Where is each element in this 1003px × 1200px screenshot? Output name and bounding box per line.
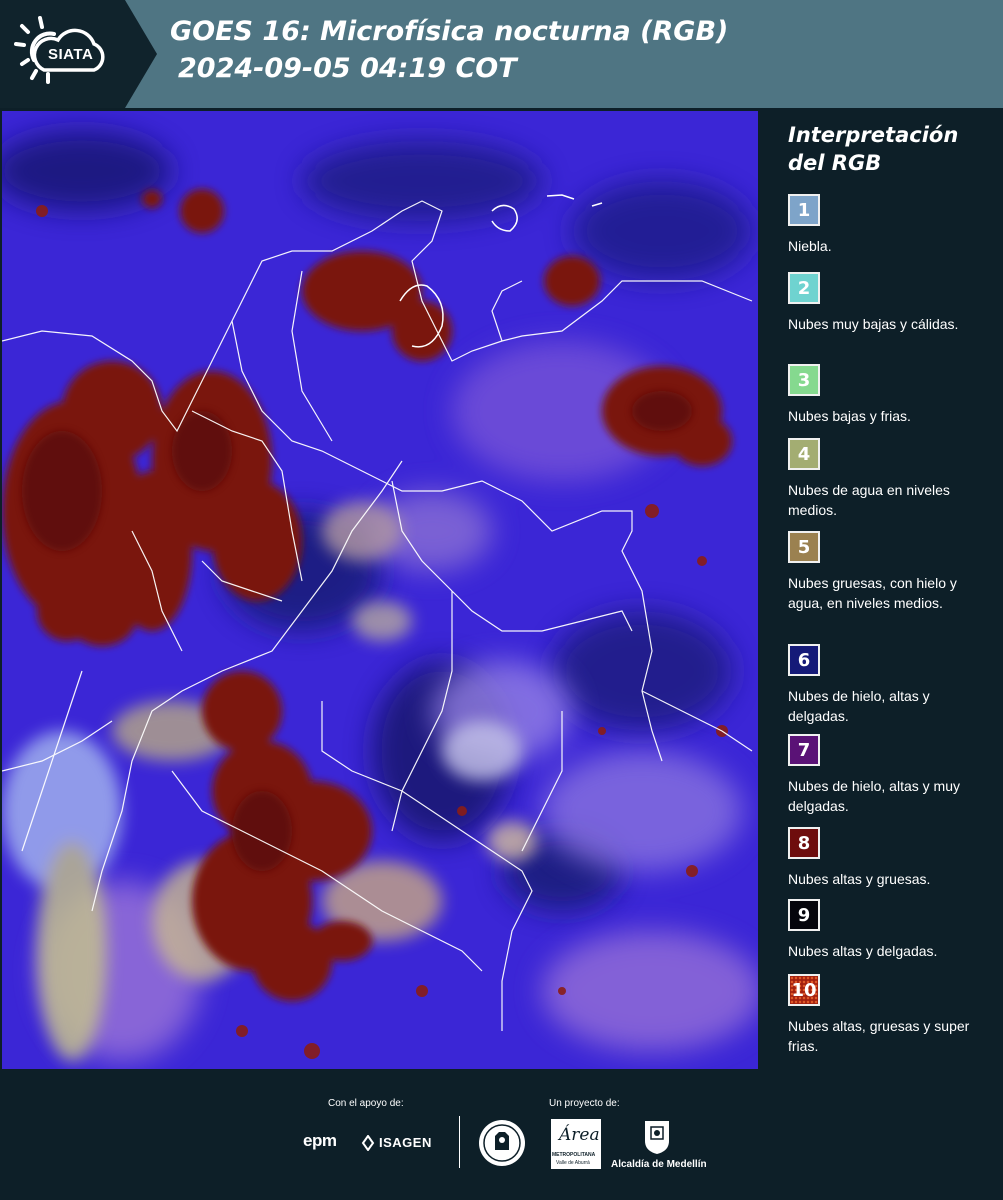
legend-panel: Interpretación del RGB 1 Niebla. 2 Nubes… [775, 118, 995, 1068]
alcaldia-logo-text[interactable]: Alcaldía de Medellín [611, 1159, 707, 1170]
legend-item-8: 8 Nubes altas y gruesas. [788, 827, 988, 889]
legend-item-1: 1 Niebla. [788, 194, 988, 256]
isagen-icon [361, 1135, 375, 1151]
legend-item-6: 6 Nubes de hielo, altas y delgadas. [788, 644, 988, 726]
legend-swatch: 6 [788, 644, 820, 676]
area-metropolitana-logo[interactable]: Área METROPOLITANA Valle de Aburrá [551, 1119, 601, 1169]
area-logo-subtitle: METROPOLITANA [552, 1152, 596, 1158]
legend-swatch: 3 [788, 364, 820, 396]
area-logo-caption: Valle de Aburrá [556, 1160, 590, 1166]
legend-swatch: 8 [788, 827, 820, 859]
footer-divider [459, 1116, 460, 1168]
header-bar: SIATA GOES 16: Microfísica nocturna (RGB… [0, 0, 1003, 108]
legend-item-10: 10 Nubes altas, gruesas y super frias. [788, 974, 988, 1056]
legend-swatch: 5 [788, 531, 820, 563]
legend-title-line2: del RGB [788, 151, 882, 175]
legend-label: Nubes altas y gruesas. [788, 871, 931, 887]
legend-swatch: 1 [788, 194, 820, 226]
legend-item-4: 4 Nubes de agua en niveles medios. [788, 438, 988, 520]
legend-label: Nubes gruesas, con hielo y agua, en nive… [788, 575, 957, 611]
university-seal-icon[interactable] [477, 1118, 527, 1168]
legend-item-7: 7 Nubes de hielo, altas y muy delgadas. [788, 734, 988, 816]
legend-item-9: 9 Nubes altas y delgadas. [788, 899, 988, 961]
legend-label: Nubes altas, gruesas y super frias. [788, 1018, 970, 1054]
legend-label: Nubes bajas y frias. [788, 408, 911, 424]
epm-logo[interactable]: epm [303, 1131, 337, 1151]
legend-swatch: 7 [788, 734, 820, 766]
support-label: Con el apoyo de: [328, 1098, 404, 1109]
rgb-composite-image [2, 111, 758, 1069]
legend-item-2: 2 Nubes muy bajas y cálidas. [788, 272, 988, 334]
logo-text: SIATA [48, 46, 94, 63]
page-timestamp: 2024-09-05 04:19 COT [178, 53, 517, 84]
legend-title-line1: Interpretación [788, 123, 959, 147]
legend-label: Nubes de hielo, altas y delgadas. [788, 688, 930, 724]
legend-item-3: 3 Nubes bajas y frias. [788, 364, 988, 426]
legend-label: Nubes de agua en niveles medios. [788, 482, 950, 518]
page-title: GOES 16: Microfísica nocturna (RGB) [170, 16, 729, 47]
logo-arrow [125, 0, 157, 108]
legend-swatch: 10 [788, 974, 820, 1006]
legend-label: Nubes muy bajas y cálidas. [788, 316, 959, 332]
isagen-logo[interactable]: ISAGEN [360, 1135, 440, 1151]
legend-label: Niebla. [788, 238, 832, 254]
siata-logo[interactable]: SIATA [0, 0, 125, 108]
area-logo-text: Área [559, 1125, 600, 1145]
legend-label: Nubes de hielo, altas y muy delgadas. [788, 778, 960, 814]
legend-swatch: 4 [788, 438, 820, 470]
legend-swatch: 2 [788, 272, 820, 304]
legend-swatch: 9 [788, 899, 820, 931]
legend-item-5: 5 Nubes gruesas, con hielo y agua, en ni… [788, 531, 988, 613]
satellite-map[interactable] [2, 111, 758, 1069]
legend-label: Nubes altas y delgadas. [788, 943, 938, 959]
isagen-text: ISAGEN [379, 1135, 432, 1150]
project-label: Un proyecto de: [549, 1098, 620, 1109]
medellin-shield-icon [645, 1121, 669, 1154]
